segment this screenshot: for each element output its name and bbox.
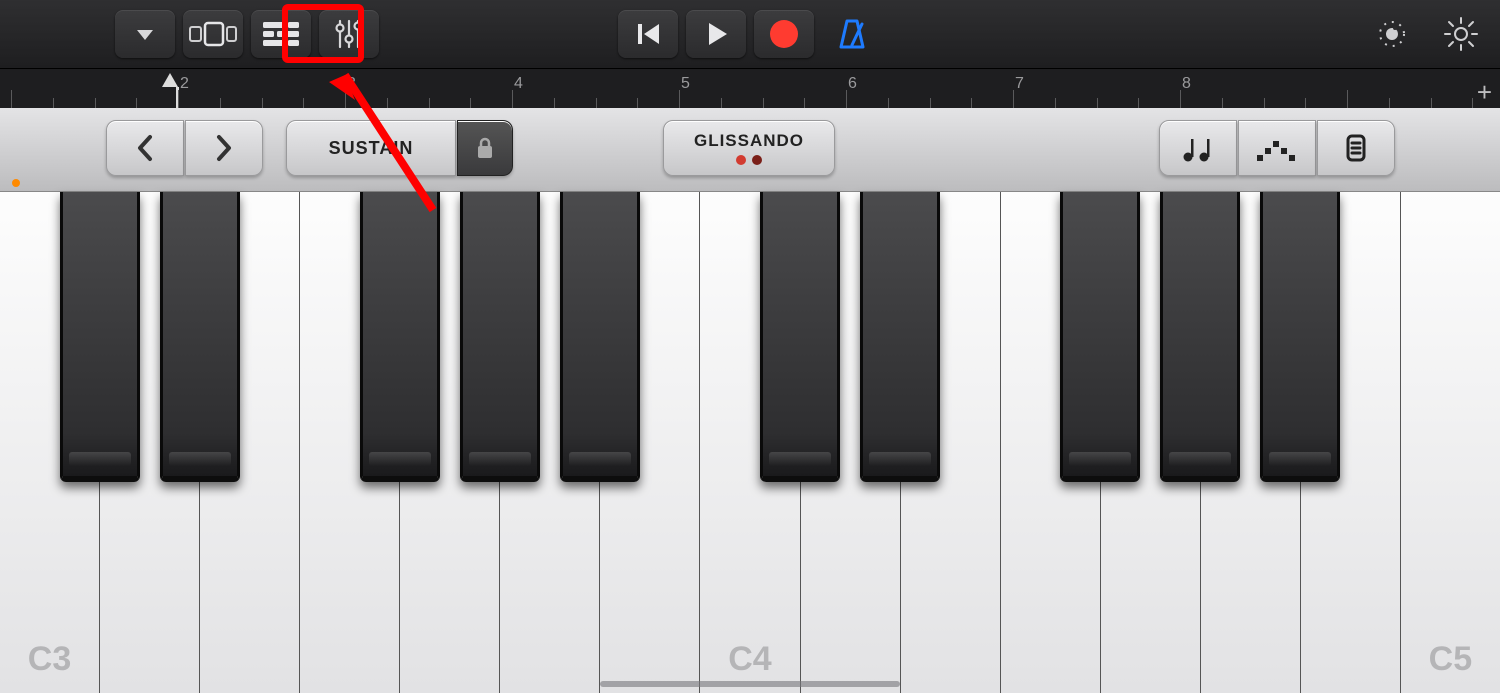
- ruler-bar-number: 7: [1015, 75, 1024, 93]
- playhead[interactable]: [162, 73, 178, 87]
- sustain-lock-button[interactable]: [457, 120, 513, 176]
- black-key[interactable]: [460, 192, 540, 482]
- go-to-beginning-button[interactable]: [618, 10, 678, 58]
- view-toggle-button[interactable]: [183, 10, 243, 58]
- black-key[interactable]: [1160, 192, 1240, 482]
- black-key[interactable]: [760, 192, 840, 482]
- mixer-button[interactable]: [319, 10, 379, 58]
- view-toggle-icon: [188, 19, 238, 49]
- record-icon: [767, 17, 801, 51]
- ruler-bar-number: 3: [347, 75, 356, 93]
- ruler-bar-number: 5: [681, 75, 690, 93]
- ruler-bar-number: 6: [848, 75, 857, 93]
- record-button[interactable]: [754, 10, 814, 58]
- black-key[interactable]: [360, 192, 440, 482]
- chevron-left-icon: [134, 133, 156, 163]
- ruler-bar-number: 4: [514, 75, 523, 93]
- loop-dial-icon: [1372, 14, 1412, 54]
- key-label: C5: [1429, 640, 1472, 679]
- tracks-view-button[interactable]: [251, 10, 311, 58]
- metronome-button[interactable]: [822, 17, 882, 51]
- glissando-indicator: [733, 155, 765, 165]
- black-key[interactable]: [60, 192, 140, 482]
- add-section-button[interactable]: +: [1477, 77, 1492, 108]
- master-volume-dial[interactable]: [1372, 14, 1412, 54]
- metronome-icon: [835, 17, 869, 51]
- sustain-label: SUSTAIN: [329, 138, 414, 159]
- track-marker-dot: [12, 179, 20, 187]
- keyboard-layout-icon: [1345, 133, 1367, 163]
- play-icon: [701, 19, 731, 49]
- home-indicator: [600, 681, 900, 687]
- gear-icon: [1442, 15, 1480, 53]
- tracks-view-icon: [261, 19, 301, 49]
- play-button[interactable]: [686, 10, 746, 58]
- mixer-sliders-icon: [332, 17, 366, 51]
- black-key[interactable]: [560, 192, 640, 482]
- glissando-label: GLISSANDO: [694, 131, 804, 151]
- instrument-browser-button[interactable]: [115, 10, 175, 58]
- song-settings-button[interactable]: [1442, 15, 1480, 53]
- key-label: C4: [728, 640, 771, 679]
- black-key[interactable]: [1060, 192, 1140, 482]
- lock-icon: [475, 136, 495, 160]
- black-key[interactable]: [160, 192, 240, 482]
- scale-button[interactable]: [1238, 120, 1316, 176]
- glissando-button[interactable]: GLISSANDO: [663, 120, 835, 176]
- keyboard-layout-button[interactable]: [1317, 120, 1395, 176]
- octave-down-button[interactable]: [106, 120, 184, 176]
- skip-back-icon: [633, 19, 663, 49]
- triangle-down-icon: [133, 22, 157, 46]
- black-key[interactable]: [1260, 192, 1340, 482]
- octave-up-button[interactable]: [185, 120, 263, 176]
- chevron-right-icon: [213, 133, 235, 163]
- arpeggiator-button[interactable]: [1159, 120, 1237, 176]
- piano-keyboard[interactable]: C3 C4 C5: [0, 192, 1500, 693]
- key-label: C3: [28, 640, 71, 679]
- ruler-bar-number: 8: [1182, 75, 1191, 93]
- arpeggiator-notes-icon: [1178, 133, 1218, 163]
- sustain-button[interactable]: SUSTAIN: [286, 120, 456, 176]
- ruler-bar-number: 2: [180, 75, 189, 93]
- scale-dots-icon: [1255, 135, 1299, 161]
- timeline-ruler[interactable]: 2 3 4 5 6 7 8 +: [0, 68, 1500, 108]
- black-key[interactable]: [860, 192, 940, 482]
